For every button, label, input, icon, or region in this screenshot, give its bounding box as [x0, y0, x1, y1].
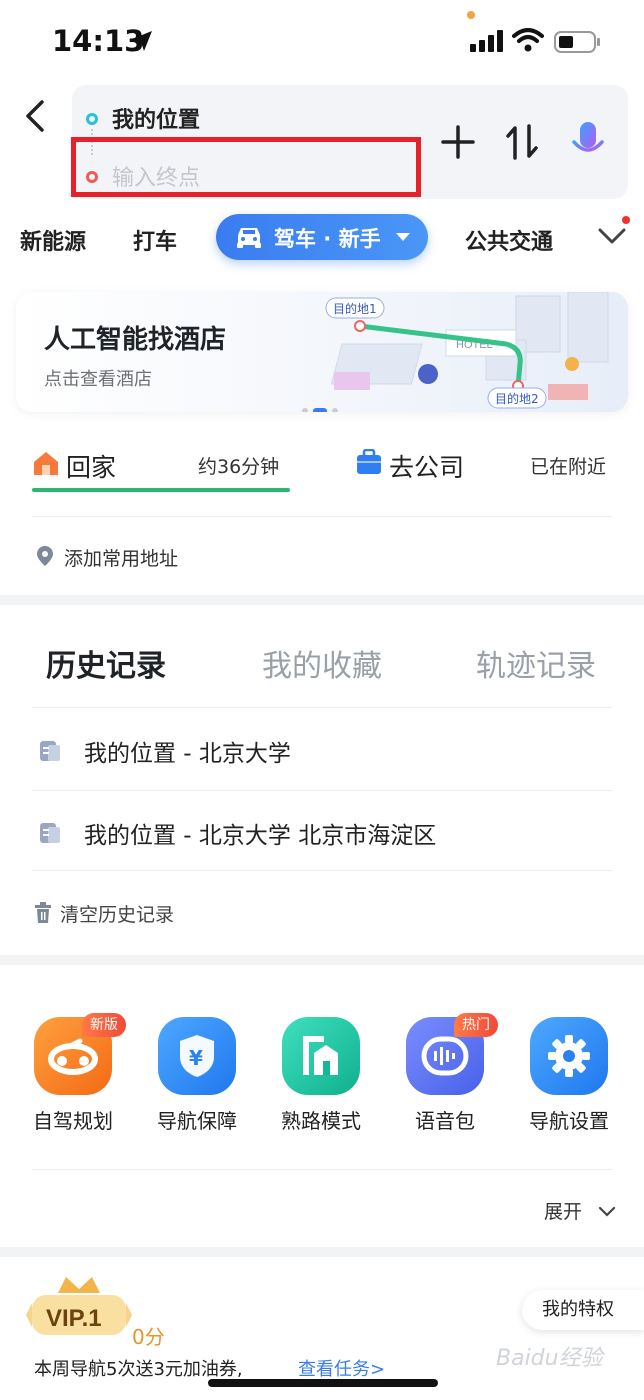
history-card: 历史记录 我的收藏 轨迹记录 我的位置 - 北京大学 我的位置 - 北京大学 北… — [0, 605, 644, 955]
add-waypoint-icon[interactable] — [440, 124, 476, 160]
route-header: 我的位置 输入终点 新能源 打车 驾车 · 新手 公共交通 — [0, 80, 644, 280]
start-point-icon — [86, 113, 98, 125]
location-arrow-icon — [132, 31, 152, 51]
destination-highlight-box — [71, 137, 421, 197]
familiar-home-icon — [282, 1017, 360, 1095]
drive-mode-label: 驾车 · 新手 — [274, 227, 381, 251]
battery-icon — [554, 31, 600, 53]
tool-label: 导航设置 — [529, 1109, 609, 1133]
office-status: 已在附近 — [530, 456, 607, 478]
tool-label: 语音包 — [415, 1109, 475, 1133]
vip-score: 0分 — [132, 1325, 165, 1349]
expand-button[interactable]: 展开 — [544, 1197, 616, 1224]
go-home-button[interactable]: 回家 — [66, 448, 116, 484]
history-item-text: 我的位置 - 北京大学 北京市海淀区 — [84, 823, 437, 849]
tab-drive-novice[interactable]: 驾车 · 新手 — [216, 214, 428, 260]
history-item-text: 我的位置 - 北京大学 — [84, 741, 291, 767]
add-common-address-button[interactable]: 添加常用地址 — [64, 544, 178, 571]
clear-history-button[interactable]: 清空历史记录 — [60, 900, 174, 927]
view-task-link[interactable]: 查看任务> — [298, 1355, 385, 1381]
tools-card: 新版 自驾规划 ¥ 导航保障 熟路模式 热门 语音包 导航设置 展开 — [0, 965, 644, 1247]
voice-pack-icon: 热门 — [406, 1013, 498, 1095]
tool-label: 熟路模式 — [281, 1109, 361, 1133]
tool-nav-guarantee[interactable]: ¥ 导航保障 — [142, 1017, 252, 1134]
expand-label: 展开 — [544, 1201, 583, 1223]
home-eta: 约36分钟 — [198, 456, 280, 478]
tool-self-drive-plan[interactable]: 新版 自驾规划 — [18, 1013, 128, 1134]
banner-title: 人工智能找酒店 — [44, 325, 227, 355]
banner-pager — [302, 399, 343, 412]
notification-dot — [622, 216, 630, 224]
tab-taxi[interactable]: 打车 — [133, 224, 177, 256]
document-icon — [40, 741, 60, 761]
divider — [32, 870, 612, 871]
transport-mode-tabs: 新能源 打车 驾车 · 新手 公共交通 — [0, 208, 644, 270]
document-icon — [40, 823, 60, 843]
vip-task-text: 本周导航5次送3元加油券, — [34, 1359, 243, 1380]
divider — [32, 707, 612, 708]
vip-level: VIP.1 — [46, 1305, 102, 1332]
briefcase-icon — [357, 449, 381, 474]
tab-track-records[interactable]: 轨迹记录 — [476, 641, 596, 685]
cellular-signal-icon — [470, 30, 503, 52]
go-office-button[interactable]: 去公司 — [389, 448, 464, 484]
tab-favorites[interactable]: 我的收藏 — [262, 641, 382, 685]
car-icon — [237, 228, 261, 248]
voice-input-icon[interactable] — [570, 120, 606, 166]
banner-pin-2: 目的地2 — [495, 391, 539, 406]
chevron-down-icon[interactable] — [597, 226, 627, 246]
steering-car-icon: 新版 — [34, 1013, 126, 1095]
chevron-down-icon — [598, 1206, 616, 1217]
my-privileges-button[interactable]: 我的特权 — [522, 1290, 644, 1330]
gear-icon — [530, 1017, 608, 1095]
divider — [32, 1169, 612, 1170]
divider — [32, 516, 612, 517]
wifi-icon — [512, 28, 544, 52]
tool-label: 自驾规划 — [33, 1109, 113, 1133]
location-pin-icon — [37, 546, 53, 566]
privacy-dot — [467, 11, 475, 19]
home-route-indicator — [32, 488, 290, 492]
tool-label: 导航保障 — [157, 1109, 237, 1133]
tool-familiar-road[interactable]: 熟路模式 — [266, 1017, 376, 1134]
start-location-text: 我的位置 — [112, 108, 201, 133]
tab-new-energy[interactable]: 新能源 — [20, 224, 86, 256]
status-bar: 14:13 — [0, 0, 644, 80]
tab-history[interactable]: 历史记录 — [46, 641, 166, 685]
tool-nav-settings[interactable]: 导航设置 — [514, 1017, 624, 1134]
shield-yuan-icon: ¥ — [158, 1017, 236, 1095]
tool-voice-pack[interactable]: 热门 语音包 — [390, 1013, 500, 1134]
banner-shortcut-card: 人工智能找酒店 点击查看酒店 HOTEL 目的地1 目的地2 回家 约36分钟 — [0, 280, 644, 595]
new-version-badge: 新版 — [82, 1013, 126, 1037]
tab-public-transit[interactable]: 公共交通 — [465, 224, 553, 256]
history-item[interactable]: 我的位置 - 北京大学 北京市海淀区 — [36, 791, 608, 873]
svg-text:¥: ¥ — [189, 1046, 203, 1070]
ai-hotel-banner[interactable]: 人工智能找酒店 点击查看酒店 HOTEL 目的地1 目的地2 — [16, 292, 628, 412]
trash-icon — [35, 902, 51, 923]
vip-crown-badge[interactable]: VIP.1 — [24, 1275, 134, 1347]
home-indicator[interactable] — [208, 1379, 438, 1387]
banner-subtitle: 点击查看酒店 — [44, 369, 152, 390]
watermark: Baidu经验 — [496, 1346, 603, 1371]
hot-badge: 热门 — [454, 1013, 498, 1037]
city-map-illustration: HOTEL 目的地1 目的地2 — [325, 292, 609, 409]
caret-down-icon — [396, 233, 410, 241]
banner-pin-1: 目的地1 — [333, 301, 377, 316]
start-location-field[interactable]: 我的位置 — [86, 102, 200, 134]
back-icon[interactable] — [20, 96, 52, 136]
swap-route-icon[interactable] — [504, 122, 540, 162]
home-icon — [34, 452, 58, 475]
history-item[interactable]: 我的位置 - 北京大学 — [36, 709, 608, 791]
